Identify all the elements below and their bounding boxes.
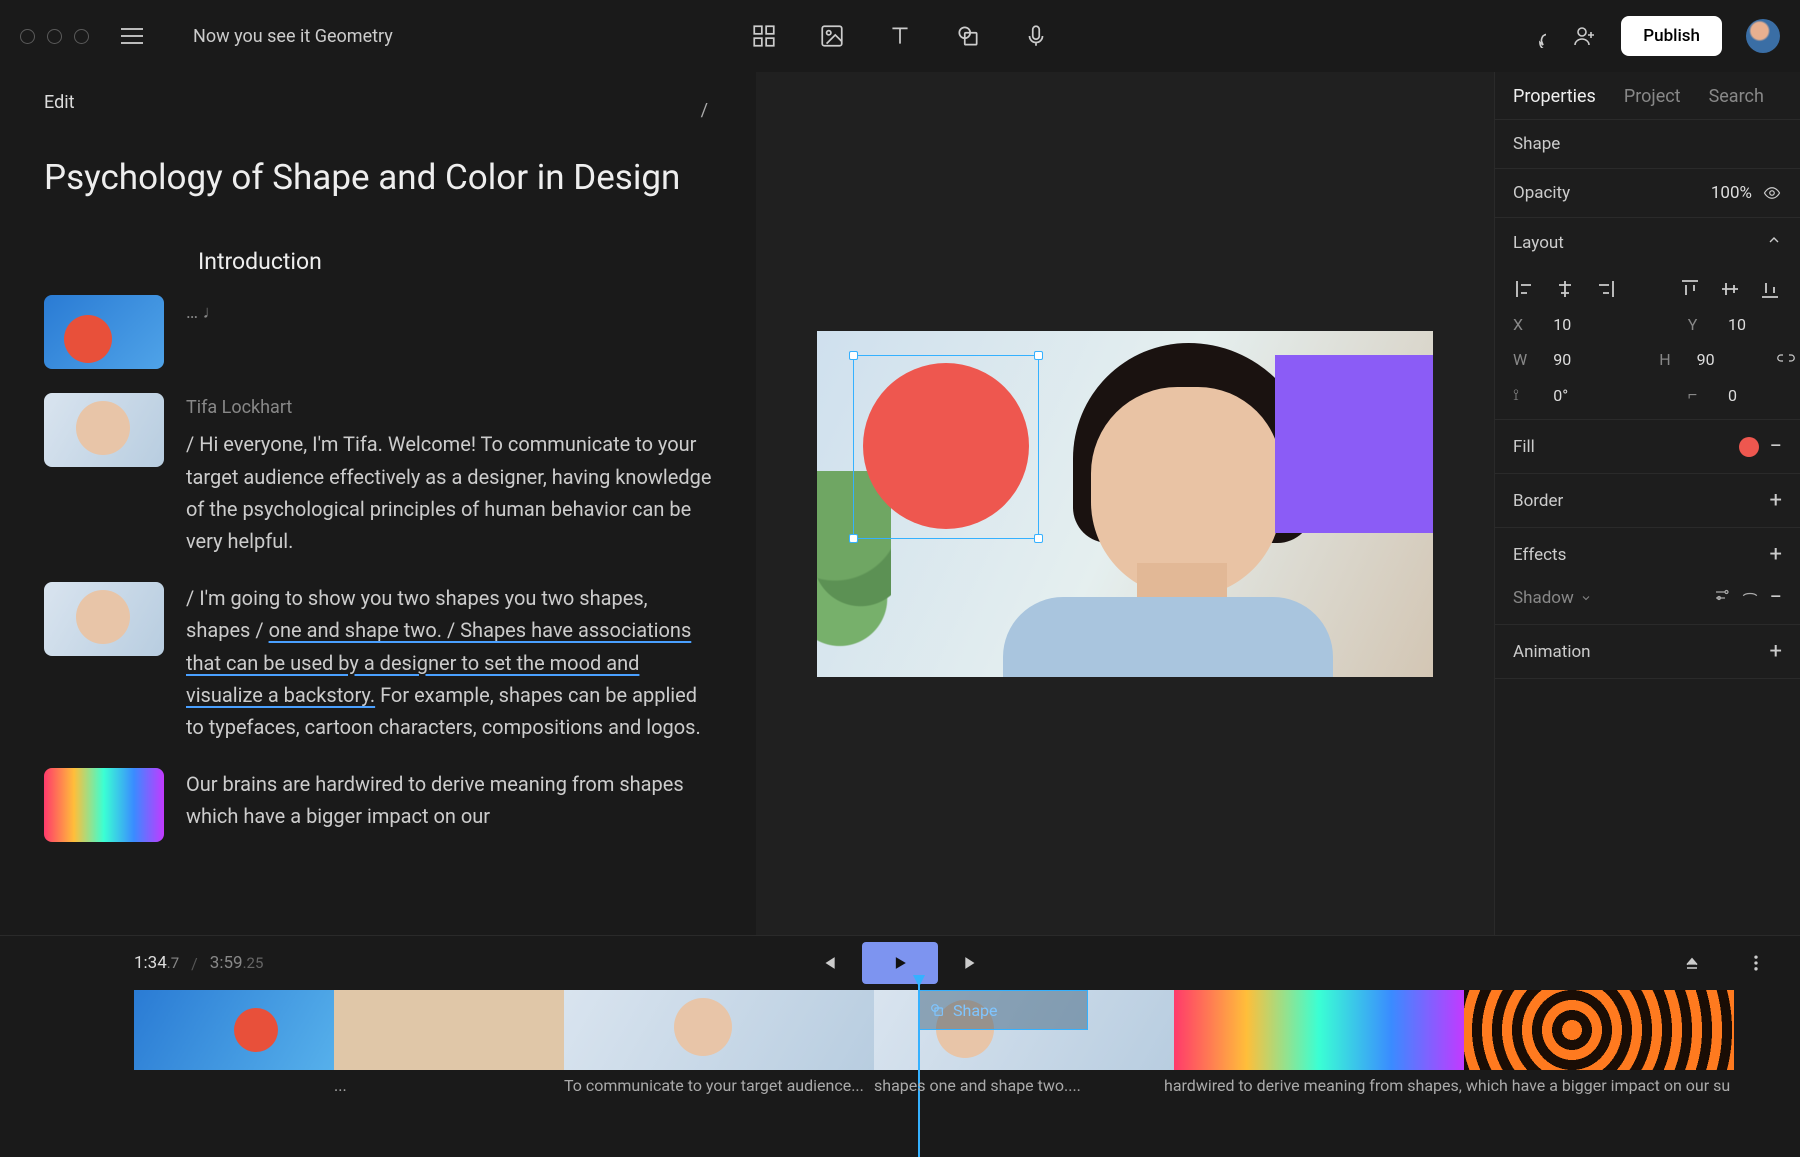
text-icon[interactable] bbox=[887, 23, 913, 49]
align-hcenter-icon[interactable] bbox=[1553, 277, 1577, 301]
traffic-close-icon[interactable] bbox=[20, 29, 35, 44]
align-bottom-icon[interactable] bbox=[1758, 277, 1782, 301]
prev-button[interactable] bbox=[808, 943, 848, 983]
rotation-value[interactable]: 0° bbox=[1553, 386, 1607, 405]
tab-properties[interactable]: Properties bbox=[1513, 86, 1596, 107]
align-top-icon[interactable] bbox=[1678, 277, 1702, 301]
align-vcenter-icon[interactable] bbox=[1718, 277, 1742, 301]
document-title[interactable]: Psychology of Shape and Color in Design bbox=[44, 157, 712, 198]
visibility-icon[interactable] bbox=[1762, 183, 1782, 203]
project-title[interactable]: Now you see it Geometry bbox=[193, 26, 393, 47]
next-button[interactable] bbox=[952, 943, 992, 983]
tab-search[interactable]: Search bbox=[1709, 86, 1764, 107]
resize-handle[interactable] bbox=[1034, 351, 1043, 360]
clip-caption: To communicate to your target audience..… bbox=[564, 1076, 864, 1095]
scene-thumbnail[interactable] bbox=[44, 295, 164, 369]
edit-label[interactable]: Edit bbox=[44, 92, 712, 113]
add-animation-icon[interactable]: + bbox=[1770, 639, 1782, 664]
w-label: W bbox=[1513, 350, 1527, 369]
clip-caption: ... bbox=[334, 1076, 347, 1095]
timeline-clip[interactable] bbox=[1464, 990, 1734, 1070]
play-button[interactable] bbox=[862, 942, 938, 984]
x-value[interactable]: 10 bbox=[1553, 315, 1607, 334]
avatar[interactable] bbox=[1746, 19, 1780, 53]
traffic-max-icon[interactable] bbox=[74, 29, 89, 44]
traffic-min-icon[interactable] bbox=[47, 29, 62, 44]
clip-caption: hardwired to derive meaning from shapes,… bbox=[1164, 1076, 1730, 1095]
playhead[interactable] bbox=[918, 978, 920, 1157]
border-label: Border bbox=[1513, 491, 1563, 511]
timeline-clip[interactable] bbox=[134, 990, 334, 1070]
effect-settings-icon[interactable] bbox=[1713, 586, 1731, 609]
add-border-icon[interactable]: + bbox=[1770, 488, 1782, 513]
transcript-ellipsis: … ♩ bbox=[186, 302, 221, 323]
fill-label: Fill bbox=[1513, 437, 1535, 457]
opacity-value[interactable]: 100% bbox=[1711, 183, 1752, 203]
publish-button[interactable]: Publish bbox=[1621, 16, 1722, 56]
add-user-icon[interactable] bbox=[1571, 23, 1597, 49]
inspector-panel: Properties Project Search Shape Opacity … bbox=[1494, 72, 1800, 935]
timeline[interactable]: Shape ... To communicate to your target … bbox=[0, 990, 1800, 1125]
current-time: 1:34.7 bbox=[134, 953, 179, 973]
scene-thumbnail[interactable] bbox=[44, 393, 164, 467]
more-icon[interactable] bbox=[1736, 943, 1776, 983]
animation-label: Animation bbox=[1513, 642, 1591, 662]
align-right-icon[interactable] bbox=[1593, 277, 1617, 301]
image-icon[interactable] bbox=[819, 23, 845, 49]
tab-project[interactable]: Project bbox=[1624, 86, 1681, 107]
scene-thumbnail[interactable] bbox=[44, 768, 164, 842]
shadow-label[interactable]: Shadow bbox=[1513, 588, 1574, 608]
grid-icon[interactable] bbox=[751, 23, 777, 49]
eject-icon[interactable] bbox=[1672, 943, 1712, 983]
slash-hint: / bbox=[701, 100, 708, 121]
timeline-clip[interactable] bbox=[564, 990, 874, 1070]
chevron-up-icon[interactable] bbox=[1766, 232, 1782, 253]
h-label: H bbox=[1659, 350, 1670, 369]
canvas[interactable] bbox=[756, 72, 1494, 935]
remove-fill-icon[interactable]: − bbox=[1769, 434, 1782, 459]
speaker-name: Tifa Lockhart bbox=[186, 393, 712, 422]
w-value[interactable]: 90 bbox=[1553, 350, 1607, 369]
transcript-text[interactable]: / Hi everyone, I'm Tifa. Welcome! To com… bbox=[186, 428, 712, 558]
resize-handle[interactable] bbox=[1034, 534, 1043, 543]
add-effect-icon[interactable]: + bbox=[1770, 542, 1782, 567]
chat-icon[interactable] bbox=[1521, 23, 1547, 49]
effects-label: Effects bbox=[1513, 545, 1566, 565]
script-panel: Edit / Psychology of Shape and Color in … bbox=[0, 72, 756, 935]
video-frame bbox=[817, 331, 1433, 677]
link-dimensions-icon[interactable] bbox=[1777, 350, 1795, 369]
remove-effect-icon[interactable]: − bbox=[1769, 585, 1782, 610]
resize-handle[interactable] bbox=[849, 351, 858, 360]
timeline-clip[interactable] bbox=[1174, 990, 1464, 1070]
h-value[interactable]: 90 bbox=[1697, 350, 1751, 369]
corner-value[interactable]: 0 bbox=[1728, 386, 1782, 405]
x-label: X bbox=[1513, 315, 1527, 334]
y-value[interactable]: 10 bbox=[1728, 315, 1782, 334]
shape-square[interactable] bbox=[1275, 355, 1433, 533]
shape-header: Shape bbox=[1513, 134, 1560, 154]
clip-caption: shapes one and shape two.... bbox=[874, 1076, 1081, 1095]
y-label: Y bbox=[1688, 315, 1702, 334]
layout-label: Layout bbox=[1513, 233, 1564, 253]
window-controls[interactable] bbox=[20, 29, 89, 44]
align-left-icon[interactable] bbox=[1513, 277, 1537, 301]
scene-thumbnail[interactable] bbox=[44, 582, 164, 656]
mic-icon[interactable] bbox=[1023, 23, 1049, 49]
rotation-icon: ⟟ bbox=[1513, 385, 1527, 405]
menu-button[interactable] bbox=[121, 28, 143, 44]
shape-icon[interactable] bbox=[955, 23, 981, 49]
fill-swatch[interactable] bbox=[1739, 437, 1759, 457]
transcript-text[interactable]: Our brains are hardwired to derive meani… bbox=[186, 768, 712, 842]
opacity-label: Opacity bbox=[1513, 183, 1570, 203]
section-heading[interactable]: Introduction bbox=[198, 248, 712, 275]
shape-clip[interactable]: Shape bbox=[918, 990, 1088, 1030]
selection-box[interactable] bbox=[853, 355, 1039, 539]
total-time: 3:59.25 bbox=[210, 953, 264, 973]
effect-visibility-icon[interactable] bbox=[1741, 586, 1759, 609]
corner-icon: ⌐ bbox=[1688, 385, 1702, 405]
timeline-clip[interactable] bbox=[334, 990, 564, 1070]
resize-handle[interactable] bbox=[849, 534, 858, 543]
